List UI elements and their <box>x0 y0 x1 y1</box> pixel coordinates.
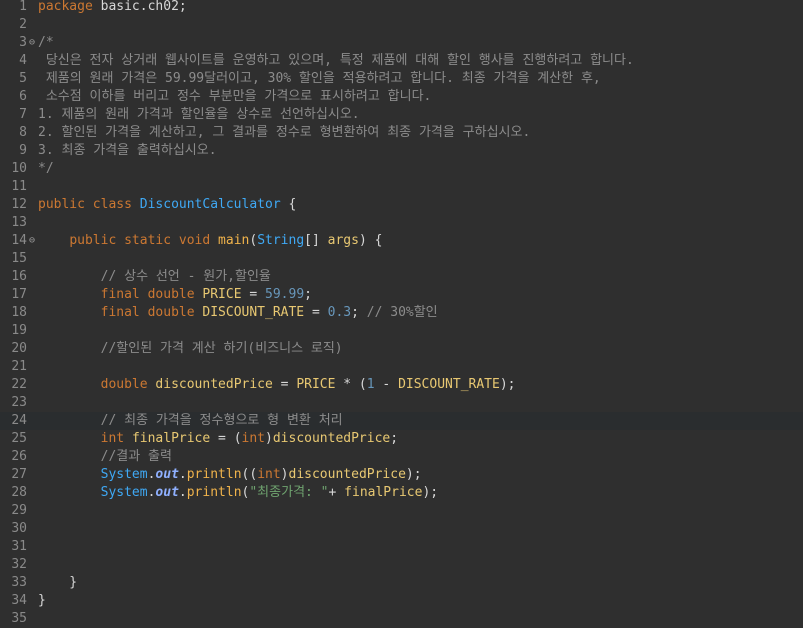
code-text: } <box>38 593 46 608</box>
line-number: 15 <box>11 251 27 266</box>
line-number: 14 <box>11 233 27 248</box>
code-line[interactable]: 16 // 상수 선언 - 원가,할인율 <box>0 268 803 286</box>
line-number: 10 <box>11 161 27 176</box>
code-line[interactable]: 13 <box>0 214 803 232</box>
line-number: 19 <box>11 323 27 338</box>
code-line[interactable]: 2 <box>0 16 803 34</box>
code-line[interactable]: 1 package basic.ch02; <box>0 0 803 16</box>
code-line[interactable]: 11 <box>0 178 803 196</box>
line-number: 35 <box>11 611 27 626</box>
line-number: 25 <box>11 431 27 446</box>
line-number: 30 <box>11 521 27 536</box>
code-line[interactable]: 12 public class DiscountCalculator { <box>0 196 803 214</box>
code-line[interactable]: 21 <box>0 358 803 376</box>
code-text: //할인된 가격 계산 하기(비즈니스 로직) <box>100 341 343 356</box>
code-text: 제품의 원래 가격은 59.99달러이고, 30% 할인을 적용하려고 합니다.… <box>38 71 601 86</box>
code-line[interactable]: 6 소수점 이하를 버리고 정수 부분만을 가격으로 표시하려고 합니다. <box>0 88 803 106</box>
line-number: 13 <box>11 215 27 230</box>
line-number: 26 <box>11 449 27 464</box>
code-text: } <box>38 575 78 590</box>
line-number: 4 <box>19 53 27 68</box>
line-number: 11 <box>11 179 27 194</box>
code-text: 소수점 이하를 버리고 정수 부분만을 가격으로 표시하려고 합니다. <box>38 89 432 104</box>
line-number: 3 <box>19 35 27 50</box>
fold-toggle-icon[interactable]: ⊖ <box>27 232 37 250</box>
line-number: 20 <box>11 341 27 356</box>
code-text: 당신은 전자 상거래 웹사이트를 운영하고 있으며, 특정 제품에 대해 할인 … <box>38 53 634 68</box>
line-number: 5 <box>19 71 27 86</box>
code-editor[interactable]: 1 package basic.ch02; 2 3 ⊖/* 4 당신은 전자 상거래 웹사… <box>0 0 803 626</box>
code-line[interactable]: 26 //결과 출력 <box>0 448 803 466</box>
line-number: 9 <box>19 143 27 158</box>
fold-toggle-icon[interactable]: ⊖ <box>27 34 37 52</box>
code-text: System.out.println("최종가격: "+ finalPrice)… <box>100 485 439 500</box>
line-number: 8 <box>19 125 27 140</box>
code-text: // 최종 가격을 정수형으로 형 변환 처리 <box>100 413 343 428</box>
code-text: final double DISCOUNT_RATE = 0.3; // 30%… <box>100 305 438 320</box>
code-text: 2. 할인된 가격을 계산하고, 그 결과를 정수로 형변환하여 최종 가격을 … <box>38 125 531 140</box>
code-line[interactable]: 30 <box>0 520 803 538</box>
line-number: 12 <box>11 197 27 212</box>
code-line[interactable]: 25 int finalPrice = (int)discountedPrice… <box>0 430 803 448</box>
line-number: 6 <box>19 89 27 104</box>
code-text: public class DiscountCalculator { <box>38 197 297 212</box>
line-number: 22 <box>11 377 27 392</box>
code-text: public static void main(String[] args) { <box>69 233 383 248</box>
line-number: 21 <box>11 359 27 374</box>
code-line[interactable]: 9 3. 최종 가격을 출력하십시오. <box>0 142 803 160</box>
line-number: 34 <box>11 593 27 608</box>
code-text: System.out.println((int)discountedPrice)… <box>100 467 422 482</box>
code-line[interactable]: 17 final double PRICE = 59.99; <box>0 286 803 304</box>
code-line[interactable]: 24 // 최종 가격을 정수형으로 형 변환 처리 <box>0 412 803 430</box>
code-line[interactable]: 18 final double DISCOUNT_RATE = 0.3; // … <box>0 304 803 322</box>
code-text: 1. 제품의 원래 가격과 할인율을 상수로 선언하십시오. <box>38 107 360 122</box>
line-number: 16 <box>11 269 27 284</box>
line-number: 2 <box>19 17 27 32</box>
line-number: 32 <box>11 557 27 572</box>
code-line[interactable]: 22 double discountedPrice = PRICE * (1 -… <box>0 376 803 394</box>
code-line[interactable]: 33 } <box>0 574 803 592</box>
code-text: */ <box>38 161 54 176</box>
line-number: 1 <box>19 0 27 14</box>
line-number: 18 <box>11 305 27 320</box>
line-number: 17 <box>11 287 27 302</box>
code-line[interactable]: 27 System.out.println((int)discountedPri… <box>0 466 803 484</box>
code-line[interactable]: 10 */ <box>0 160 803 178</box>
code-line[interactable]: 7 1. 제품의 원래 가격과 할인율을 상수로 선언하십시오. <box>0 106 803 124</box>
code-line[interactable]: 28 System.out.println("최종가격: "+ finalPri… <box>0 484 803 502</box>
code-line[interactable]: 31 <box>0 538 803 556</box>
code-text: double discountedPrice = PRICE * (1 - DI… <box>100 377 516 392</box>
code-text: package basic.ch02; <box>38 0 187 14</box>
line-number: 24 <box>11 413 27 428</box>
code-line[interactable]: 35 <box>0 610 803 628</box>
code-line[interactable]: 20 //할인된 가격 계산 하기(비즈니스 로직) <box>0 340 803 358</box>
code-line[interactable]: 23 <box>0 394 803 412</box>
line-number: 31 <box>11 539 27 554</box>
code-text: final double PRICE = 59.99; <box>100 287 312 302</box>
code-line[interactable]: 32 <box>0 556 803 574</box>
code-text: /* <box>38 35 54 50</box>
line-number: 27 <box>11 467 27 482</box>
line-number: 28 <box>11 485 27 500</box>
line-number: 33 <box>11 575 27 590</box>
code-line[interactable]: 5 제품의 원래 가격은 59.99달러이고, 30% 할인을 적용하려고 합니… <box>0 70 803 88</box>
code-line[interactable]: 29 <box>0 502 803 520</box>
code-line[interactable]: 3 ⊖/* <box>0 34 803 52</box>
code-line[interactable]: 14 ⊖ public static void main(String[] arg… <box>0 232 803 250</box>
code-text: //결과 출력 <box>100 449 172 464</box>
code-line[interactable]: 4 당신은 전자 상거래 웹사이트를 운영하고 있으며, 특정 제품에 대해 할… <box>0 52 803 70</box>
line-number: 7 <box>19 107 27 122</box>
line-number: 23 <box>11 395 27 410</box>
code-line[interactable]: 15 <box>0 250 803 268</box>
code-line[interactable]: 34} <box>0 592 803 610</box>
code-text: // 상수 선언 - 원가,할인율 <box>100 269 271 284</box>
code-line[interactable]: 8 2. 할인된 가격을 계산하고, 그 결과를 정수로 형변환하여 최종 가격을… <box>0 124 803 142</box>
code-line[interactable]: 19 <box>0 322 803 340</box>
code-text: 3. 최종 가격을 출력하십시오. <box>38 143 217 158</box>
code-text: int finalPrice = (int)discountedPrice; <box>100 431 399 446</box>
line-number: 29 <box>11 503 27 518</box>
